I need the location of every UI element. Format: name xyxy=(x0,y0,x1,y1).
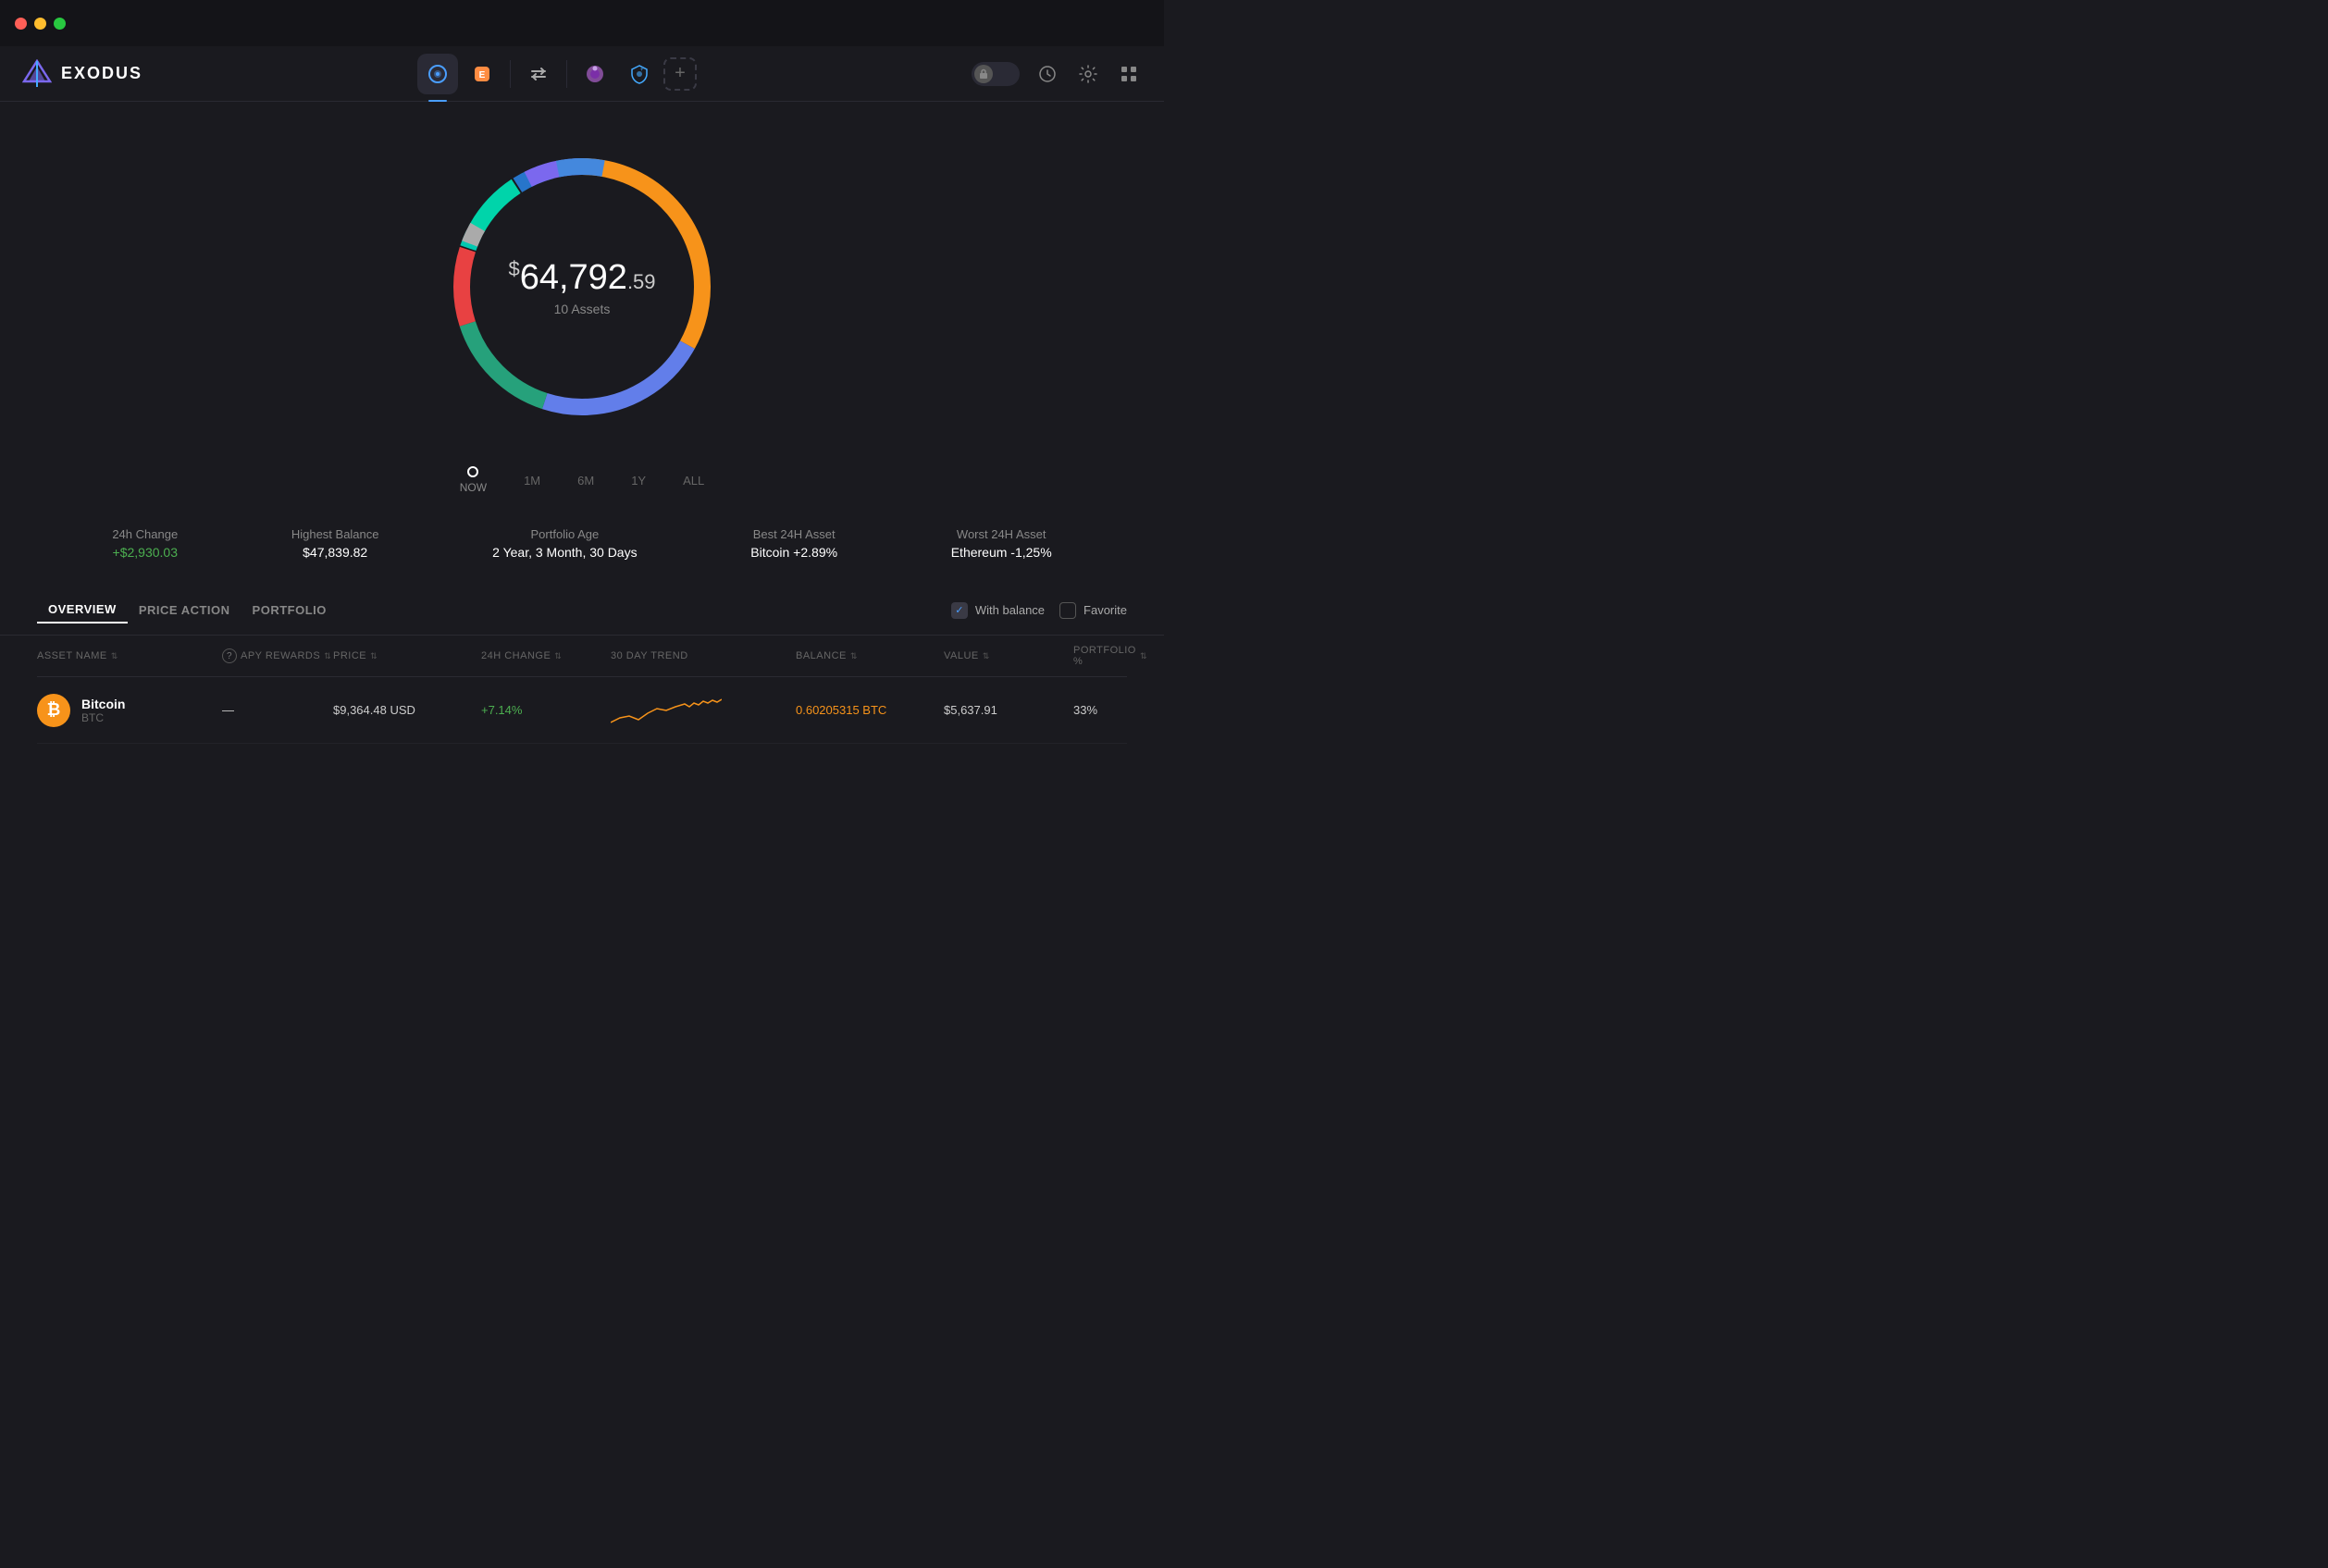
tab-overview[interactable]: OVERVIEW xyxy=(37,597,128,623)
th-value: VALUE ⇅ xyxy=(944,645,1073,667)
sort-icon-balance[interactable]: ⇅ xyxy=(850,651,858,661)
apps-icon xyxy=(585,64,605,84)
bitcoin-sparkline xyxy=(611,690,722,727)
th-asset-name: ASSET NAME ⇅ xyxy=(37,645,222,667)
sort-icon-apy[interactable]: ⇅ xyxy=(324,651,331,661)
portfolio-icon xyxy=(427,64,448,84)
with-balance-checkbox[interactable]: ✓ xyxy=(951,602,968,619)
history-icon xyxy=(1038,65,1057,83)
timeline: NOW 1M 6M 1Y ALL xyxy=(460,459,705,501)
stats-row: 24h Change +$2,930.03 Highest Balance $4… xyxy=(0,509,1164,578)
sort-icon-price[interactable]: ⇅ xyxy=(370,651,378,661)
tabs-filters: ✓ With balance Favorite xyxy=(951,602,1127,619)
apy-help-icon[interactable]: ? xyxy=(222,648,237,663)
stat-24h-change: 24h Change +$2,930.03 xyxy=(112,527,178,560)
main-content: $64,792.59 10 Assets NOW 1M 6M 1Y ALL 24… xyxy=(0,102,1164,762)
timeline-1m[interactable]: 1M xyxy=(524,474,540,488)
cents-value: .59 xyxy=(627,270,656,293)
tab-apps[interactable] xyxy=(575,54,615,94)
nav-right xyxy=(972,61,1142,87)
tabs-section: OVERVIEW PRICE ACTION PORTFOLIO ✓ With b… xyxy=(0,586,1164,636)
tab-exchange[interactable]: E xyxy=(462,54,502,94)
nav-tabs: E + + xyxy=(417,54,697,94)
th-apy-rewards: ? APY REWARDS ⇅ xyxy=(222,645,333,667)
timeline-now[interactable]: NOW xyxy=(460,466,487,494)
th-price: PRICE ⇅ xyxy=(333,645,481,667)
td-price-bitcoin: $9,364.48 USD xyxy=(333,703,481,717)
add-tab-button[interactable]: + xyxy=(663,57,697,91)
assets-count: 10 Assets xyxy=(508,302,655,316)
timeline-1y[interactable]: 1Y xyxy=(631,474,646,488)
sort-icon-change[interactable]: ⇅ xyxy=(554,651,562,661)
td-trend-bitcoin xyxy=(611,690,796,730)
filter-favorite[interactable]: Favorite xyxy=(1059,602,1127,619)
svg-text:+: + xyxy=(640,68,644,73)
asset-info-bitcoin: Bitcoin BTC xyxy=(81,697,125,724)
portfolio-section: $64,792.59 10 Assets NOW 1M 6M 1Y ALL 24… xyxy=(0,120,1164,578)
th-30day-trend: 30 DAY TREND xyxy=(611,645,796,667)
lock-icon xyxy=(978,68,989,80)
timeline-6m[interactable]: 6M xyxy=(577,474,594,488)
stat-best-asset: Best 24H Asset Bitcoin +2.89% xyxy=(750,527,837,560)
timeline-all[interactable]: ALL xyxy=(683,474,704,488)
table-header: ASSET NAME ⇅ ? APY REWARDS ⇅ PRICE ⇅ 24H… xyxy=(37,636,1127,677)
timeline-dot-circle xyxy=(467,466,478,477)
portfolio-total: $64,792.59 xyxy=(508,257,655,298)
bitcoin-icon: ₿ xyxy=(37,694,70,727)
logo: EXODUS xyxy=(22,59,142,89)
grid-button[interactable] xyxy=(1116,61,1142,87)
shield-icon: + xyxy=(629,64,650,84)
stat-portfolio-age: Portfolio Age 2 Year, 3 Month, 30 Days xyxy=(492,527,637,560)
nav-separator-2 xyxy=(566,60,567,88)
asset-table: ASSET NAME ⇅ ? APY REWARDS ⇅ PRICE ⇅ 24H… xyxy=(0,636,1164,744)
table-row[interactable]: ₿ Bitcoin BTC — $9,364.48 USD +7.14% 0.6… xyxy=(37,677,1127,744)
td-apy-bitcoin: — xyxy=(222,703,333,717)
tab-price-action[interactable]: PRICE ACTION xyxy=(128,598,241,623)
sort-icon-value[interactable]: ⇅ xyxy=(983,651,990,661)
donut-center: $64,792.59 10 Assets xyxy=(508,257,655,316)
swap-icon xyxy=(528,64,549,84)
lock-knob xyxy=(974,65,993,83)
tab-swap[interactable] xyxy=(518,54,559,94)
currency-symbol: $ xyxy=(508,257,519,280)
th-24h-change: 24H CHANGE ⇅ xyxy=(481,645,611,667)
nav-separator xyxy=(510,60,511,88)
history-button[interactable] xyxy=(1034,61,1060,87)
main-nav: EXODUS E xyxy=(0,46,1164,102)
td-value-bitcoin: $5,637.91 xyxy=(944,703,1073,717)
traffic-lights xyxy=(15,18,66,30)
favorite-checkbox[interactable] xyxy=(1059,602,1076,619)
app-title: EXODUS xyxy=(61,64,142,83)
donut-chart-wrapper: $64,792.59 10 Assets xyxy=(425,130,739,444)
td-portfolio-pct-bitcoin: 33% xyxy=(1073,703,1147,717)
exchange-icon: E xyxy=(472,64,492,84)
exodus-logo-icon xyxy=(22,59,52,89)
maximize-button[interactable] xyxy=(54,18,66,30)
tab-portfolio[interactable] xyxy=(417,54,458,94)
lock-toggle[interactable] xyxy=(972,62,1020,86)
asset-cell-bitcoin: ₿ Bitcoin BTC xyxy=(37,694,222,727)
th-balance: BALANCE ⇅ xyxy=(796,645,944,667)
stat-highest-balance: Highest Balance $47,839.82 xyxy=(291,527,379,560)
tab-portfolio-tab[interactable]: PORTFOLIO xyxy=(241,598,338,623)
settings-button[interactable] xyxy=(1075,61,1101,87)
sort-icon-portfolio[interactable]: ⇅ xyxy=(1140,651,1147,661)
filter-with-balance[interactable]: ✓ With balance xyxy=(951,602,1045,619)
minimize-button[interactable] xyxy=(34,18,46,30)
tab-shield[interactable]: + xyxy=(619,54,660,94)
th-portfolio-pct: PORTFOLIO % ⇅ xyxy=(1073,645,1147,667)
sort-icon-asset[interactable]: ⇅ xyxy=(111,651,118,661)
td-change-bitcoin: +7.14% xyxy=(481,703,611,717)
titlebar xyxy=(0,0,1164,46)
close-button[interactable] xyxy=(15,18,27,30)
grid-icon xyxy=(1120,65,1138,83)
settings-icon xyxy=(1079,65,1097,83)
stat-worst-asset: Worst 24H Asset Ethereum -1,25% xyxy=(951,527,1052,560)
svg-text:E: E xyxy=(479,70,486,80)
td-balance-bitcoin: 0.60205315 BTC xyxy=(796,703,944,717)
